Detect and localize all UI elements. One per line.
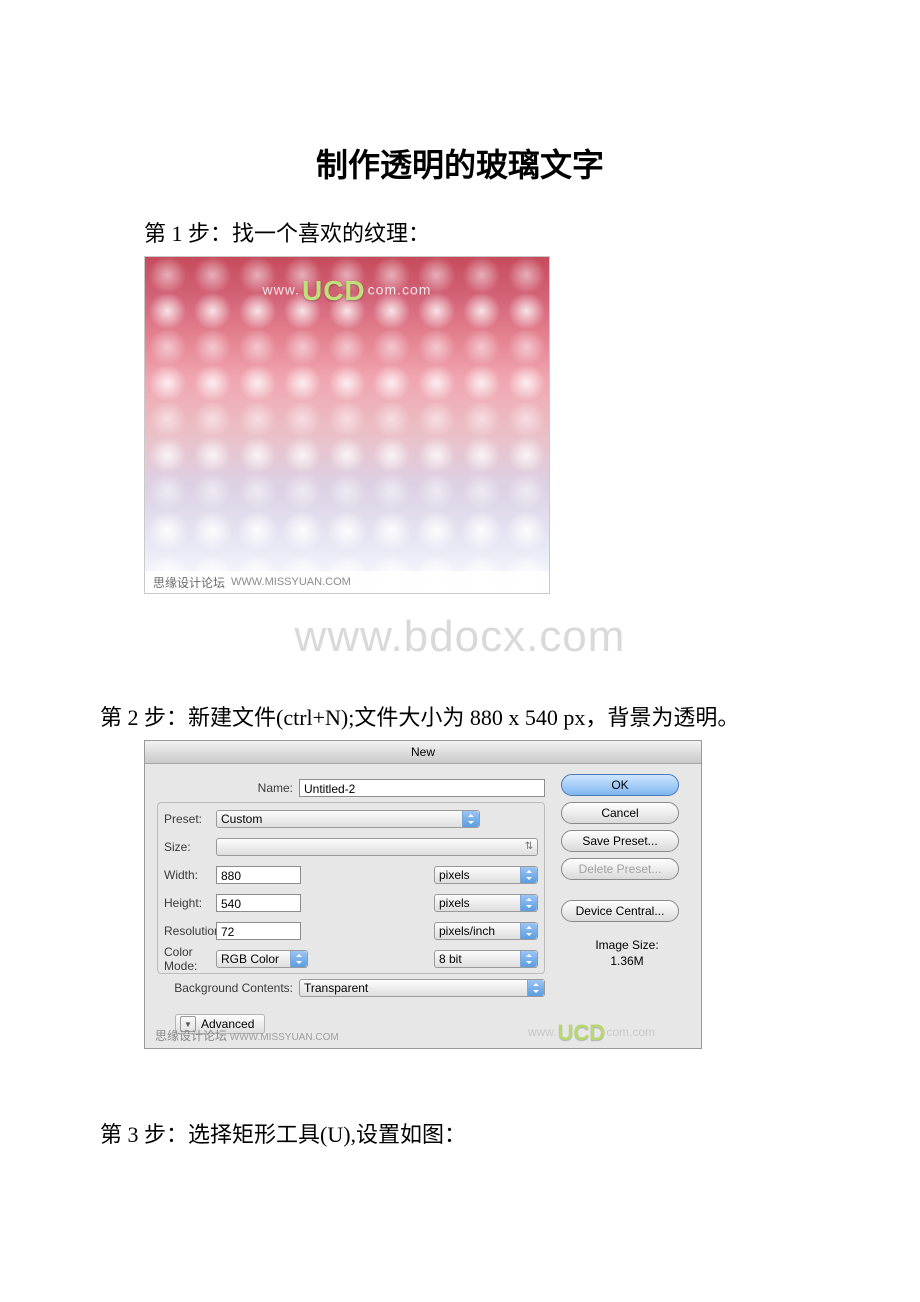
page-title: 制作透明的玻璃文字 <box>100 140 820 186</box>
step-1-text: 第 1 步：找一个喜欢的纹理： <box>100 216 820 248</box>
bg-contents-select[interactable]: Transparent <box>299 979 545 997</box>
select-arrow-icon <box>520 923 537 939</box>
preset-select[interactable]: Custom <box>216 810 480 828</box>
page-watermark: www.bdocx.com <box>100 612 820 662</box>
ok-button[interactable]: OK <box>561 774 679 796</box>
color-mode-select[interactable]: RGB Color <box>216 950 308 968</box>
bg-contents-label: Background Contents: <box>153 981 299 995</box>
select-arrow-icon <box>520 895 537 911</box>
cancel-button[interactable]: Cancel <box>561 802 679 824</box>
select-arrow-icon <box>527 980 544 996</box>
image-size-label: Image Size: <box>561 938 693 952</box>
step-3-text: 第 3 步：选择矩形工具(U),设置如图： <box>100 1117 820 1149</box>
resolution-unit-select[interactable]: pixels/inch <box>434 922 538 940</box>
image-size-value: 1.36M <box>561 954 693 968</box>
resolution-input[interactable]: 72 <box>216 922 301 940</box>
width-input[interactable]: 880 <box>216 866 301 884</box>
document-page: 制作透明的玻璃文字 第 1 步：找一个喜欢的纹理： www.UCDcom.com… <box>0 0 920 1217</box>
dialog-watermark: www.UCDcom.com <box>528 1020 655 1046</box>
size-label: Size: <box>164 840 216 854</box>
new-dialog: New Name: Untitled-2 Preset: Custom <box>144 740 702 1049</box>
name-label: Name: <box>153 781 299 795</box>
select-arrow-icon <box>462 811 479 827</box>
texture-watermark: www.UCDcom.com <box>145 275 549 307</box>
preset-label: Preset: <box>164 812 216 826</box>
texture-dots <box>145 257 549 593</box>
select-arrow-icon <box>290 951 307 967</box>
select-arrow-icon <box>520 867 537 883</box>
size-select[interactable]: ⇅ <box>216 838 538 856</box>
dialog-footer: 思缘设计论坛 WWW.MISSYUAN.COM <box>155 1027 339 1044</box>
resolution-label: Resolution: <box>164 924 216 938</box>
texture-figure: www.UCDcom.com 思缘设计论坛 WWW.MISSYUAN.COM <box>144 256 550 594</box>
step-2-text: 第 2 步：新建文件(ctrl+N);文件大小为 880 x 540 px，背景… <box>100 700 820 732</box>
select-arrow-icon <box>520 951 537 967</box>
dialog-title: New <box>145 741 701 764</box>
texture-footer: 思缘设计论坛 WWW.MISSYUAN.COM <box>145 571 549 593</box>
color-depth-select[interactable]: 8 bit <box>434 950 538 968</box>
device-central-button[interactable]: Device Central... <box>561 900 679 922</box>
delete-preset-button[interactable]: Delete Preset... <box>561 858 679 880</box>
height-unit-select[interactable]: pixels <box>434 894 538 912</box>
height-input[interactable]: 540 <box>216 894 301 912</box>
select-arrow-icon: ⇅ <box>521 839 537 855</box>
color-mode-label: Color Mode: <box>164 945 216 973</box>
save-preset-button[interactable]: Save Preset... <box>561 830 679 852</box>
width-unit-select[interactable]: pixels <box>434 866 538 884</box>
name-input[interactable]: Untitled-2 <box>299 779 545 797</box>
width-label: Width: <box>164 868 216 882</box>
height-label: Height: <box>164 896 216 910</box>
